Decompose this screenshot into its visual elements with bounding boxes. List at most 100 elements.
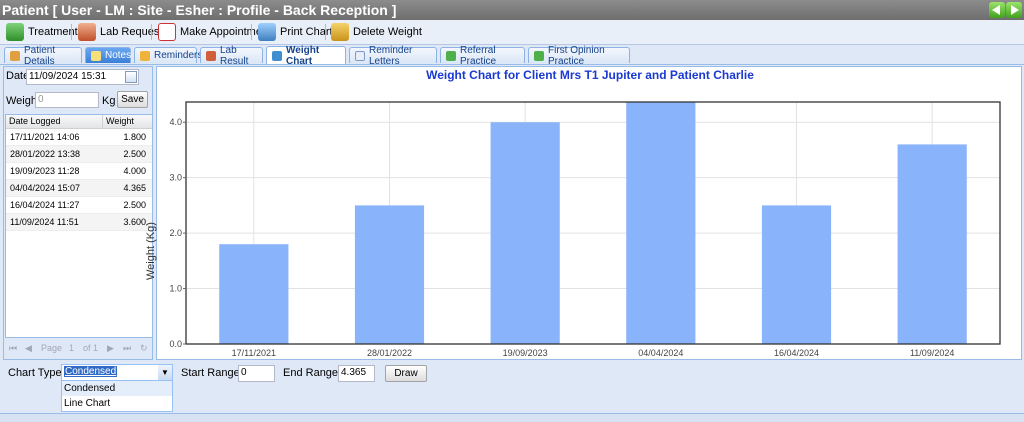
x-tick-label: 17/11/2021 [232,348,276,358]
draw-button[interactable]: Draw [385,365,427,382]
back-arrow-icon[interactable] [989,2,1005,18]
toolbar: Treatment Lab Request Make Appointment P… [0,20,1024,45]
column-header-date-logged[interactable]: Date Logged [6,115,102,128]
tab-reminders[interactable]: Reminders [134,47,202,63]
end-range-label: End Range [283,367,339,379]
refresh-icon[interactable]: ↻ [140,343,148,354]
make-appointment-button[interactable]: Make Appointment [158,22,271,42]
y-tick-label: 4.0 [169,117,182,127]
cell-weight: 2.500 [123,149,146,159]
x-tick-label: 04/04/2024 [638,348,683,358]
prev-page-icon[interactable]: ◀ [25,343,32,354]
page-number[interactable]: 1 [69,343,74,353]
weight-input[interactable]: 0 [35,92,99,108]
delete-weight-label: Delete Weight [353,26,422,38]
y-tick-label: 0.0 [169,339,182,349]
treatment-button[interactable]: Treatment [6,22,78,42]
cell-date: 17/11/2021 14:06 [10,132,80,142]
window-title: Patient [ User - LM : Site - Esher : Pro… [2,2,397,18]
page-label: Page [41,343,63,353]
cell-date: 11/09/2024 11:51 [10,217,79,227]
toolbar-divider [71,24,72,40]
title-bar: Patient [ User - LM : Site - Esher : Pro… [0,0,1024,20]
tab-reminder-letters[interactable]: Reminder Letters [349,45,437,67]
cell-date: 16/04/2024 11:27 [10,200,80,210]
reminder-letters-icon [355,50,365,61]
date-field[interactable]: 11/09/2024 15:31 [26,69,139,85]
cell-weight: 4.000 [123,166,146,176]
delete-weight-button[interactable]: Delete Weight [331,22,422,42]
cell-weight: 1.800 [123,132,146,142]
reminders-icon [140,50,150,61]
chart-bar [354,205,425,344]
chart-bar [490,122,560,345]
weight-history-grid: Date Logged Weight 17/11/2021 14:06 1.80… [5,114,153,338]
chart-type-label: Chart Type [8,367,62,379]
y-tick-label: 1.0 [169,284,182,294]
y-tick-label: 3.0 [169,173,182,183]
table-row[interactable]: 11/09/2024 11:51 3.600 [6,214,152,231]
first-opinion-practice-icon [534,50,544,61]
weight-chart-icon [272,50,282,61]
lab-request-button[interactable]: Lab Request [78,22,162,42]
y-tick-label: 2.0 [169,228,182,238]
table-row[interactable]: 17/11/2021 14:06 1.800 [6,129,152,146]
start-range-input[interactable]: 0 [238,365,275,382]
plot-frame [185,101,1001,345]
x-tick-label: 28/01/2022 [367,348,412,358]
treatment-icon [6,23,24,41]
tab-label: Notes [105,50,132,61]
next-page-icon[interactable]: ▶ [107,343,114,354]
x-tick-label: 19/09/2023 [503,348,548,358]
toolbar-divider [325,24,326,40]
tab-label: Referral Practice [460,44,497,67]
weight-bar-chart: 0.0 1.0 2.0 3.0 4.0 17/11/2021 28/01/2022 19/09… [169,101,1001,358]
cell-date: 04/04/2024 15:07 [10,183,81,193]
tab-label: Lab Result [220,44,249,67]
tab-lab-result[interactable]: Lab Result [200,45,263,67]
chart-bar [897,144,967,344]
chart-type-value: Condensed [64,366,118,377]
calendar-picker-icon[interactable] [125,71,137,83]
dropdown-option-line-chart[interactable]: Line Chart [62,396,172,411]
forward-arrow-icon[interactable] [1006,2,1022,18]
table-row[interactable]: 16/04/2024 11:27 2.500 [6,197,152,214]
grid-pager: ⏮ ◀ Page 1 of 1 ▶ ⏭ ↻ [5,341,153,357]
cell-weight: 4.365 [123,183,146,193]
referral-practice-icon [446,50,456,61]
x-tick-label: 16/04/2024 [774,348,819,358]
chart-type-dropdown-list: Condensed Line Chart [61,380,173,412]
last-page-icon[interactable]: ⏭ [123,343,131,354]
end-range-input[interactable]: 4.365 [338,365,375,382]
tab-label: Reminder Letters [369,44,413,67]
table-row[interactable]: 28/01/2022 13:38 2.500 [6,146,152,163]
table-row[interactable]: 19/09/2023 11:28 4.000 [6,163,152,180]
chart-bar [626,102,696,344]
print-chart-button[interactable]: Print Chart [258,22,333,42]
tab-label: Reminders [154,50,203,61]
dropdown-option-condensed[interactable]: Condensed [62,381,172,396]
calendar-icon [158,23,176,41]
lab-request-icon [78,23,96,41]
cell-weight: 2.500 [123,200,146,210]
column-header-weight[interactable]: Weight [102,115,152,128]
print-chart-icon [258,23,276,41]
save-button[interactable]: Save [117,91,148,108]
weight-chart-panel: Weight Chart for Client Mrs T1 Jupiter a… [145,66,1022,360]
tab-notes[interactable]: Notes [85,47,131,63]
chart-bar [219,244,289,344]
lab-result-icon [206,50,216,61]
toolbar-divider [251,24,252,40]
lab-request-label: Lab Request [100,26,163,38]
cell-date: 28/01/2022 13:38 [10,149,81,159]
tab-referral-practice[interactable]: Referral Practice [440,45,525,67]
unit-label: Kg [102,95,116,107]
first-page-icon[interactable]: ⏮ [9,343,17,354]
cell-date: 19/09/2023 11:28 [10,166,80,176]
y-axis-label: Weight (Kg) [145,222,157,280]
tab-first-opinion-practice[interactable]: First Opinion Practice [528,45,630,67]
tab-patient-details[interactable]: Patient Details [4,45,82,67]
table-row[interactable]: 04/04/2024 15:07 4.365 [6,180,152,197]
tab-weight-chart[interactable]: Weight Chart [266,45,346,67]
chevron-down-icon[interactable]: ▼ [158,365,172,381]
